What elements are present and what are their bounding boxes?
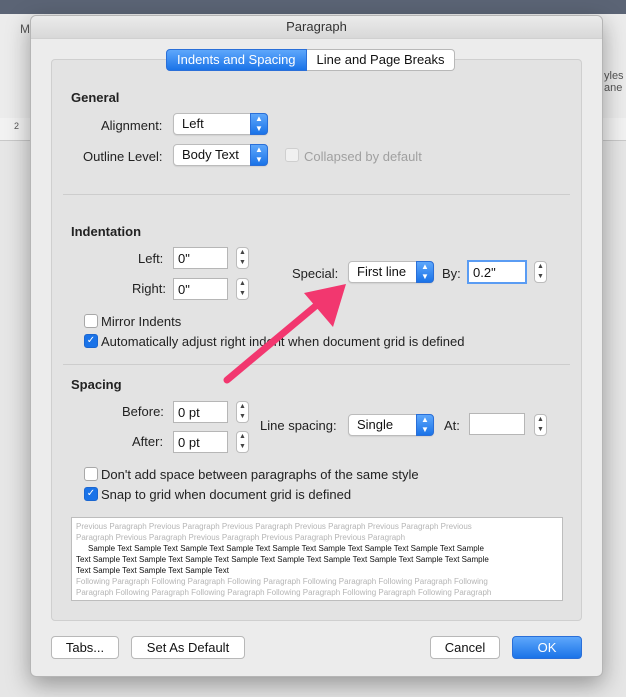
tab-panel: General Alignment: Left ▲ ▼ Outline Level… [51, 59, 582, 621]
title-bar [0, 0, 626, 14]
right-indent-stepper[interactable]: ▲ ▼ [236, 278, 249, 300]
right-indent-field[interactable] [173, 278, 228, 300]
divider [63, 194, 570, 195]
tab-bar: Indents and Spacing Line and Page Breaks [166, 49, 456, 71]
preview-sample-line-1: Sample Text Sample Text Sample Text Samp… [88, 544, 484, 553]
special-label: Special: [292, 266, 339, 281]
alignment-value: Left [182, 116, 204, 131]
dont-add-space-checkbox[interactable] [84, 467, 98, 481]
divider [63, 364, 570, 365]
by-field[interactable] [467, 260, 527, 284]
left-indent-label: Left: [138, 251, 164, 266]
before-input[interactable] [174, 402, 227, 422]
preview-previous-line-1: Previous Paragraph Previous Paragraph Pr… [76, 522, 472, 531]
spacing-section-title: Spacing [71, 377, 122, 392]
after-stepper[interactable]: ▲ ▼ [236, 431, 249, 453]
menu-letter: M [20, 22, 30, 36]
outline-level-label: Outline Level: [83, 149, 163, 164]
styles-label-line2: ane [604, 82, 623, 94]
auto-adjust-checkbox[interactable]: ✓ [84, 334, 98, 348]
before-label: Before: [122, 404, 164, 419]
special-value: First line [357, 264, 407, 279]
alignment-label: Alignment: [101, 118, 163, 133]
styles-pane-label[interactable]: yles ane [604, 70, 624, 94]
tab-indents-and-spacing[interactable]: Indents and Spacing [166, 49, 307, 71]
preview-previous-line-2: Paragraph Previous Paragraph Previous Pa… [76, 533, 406, 542]
dont-add-space-label: Don't add space between paragraphs of th… [101, 467, 419, 482]
ok-button[interactable]: OK [512, 636, 582, 659]
right-indent-input[interactable] [174, 279, 227, 299]
line-spacing-value: Single [357, 417, 394, 432]
snap-to-grid-label: Snap to grid when document grid is defin… [101, 487, 352, 502]
alignment-popup[interactable]: Left ▲ ▼ [173, 113, 268, 135]
at-stepper[interactable]: ▲ ▼ [534, 414, 547, 436]
preview-following-line-1: Following Paragraph Following Paragraph … [76, 577, 488, 586]
left-indent-input[interactable] [174, 248, 227, 268]
line-spacing-popup[interactable]: Single ▲ ▼ [348, 414, 434, 436]
styles-label-line1: yles [604, 70, 624, 82]
collapsed-label: Collapsed by default [304, 149, 422, 164]
line-spacing-label: Line spacing: [260, 418, 337, 433]
general-section-title: General [71, 90, 120, 105]
cancel-button[interactable]: Cancel [430, 636, 500, 659]
by-label: By: [442, 266, 461, 281]
before-field[interactable] [173, 401, 228, 423]
popup-arrows-icon: ▲ ▼ [416, 414, 434, 436]
outline-level-popup[interactable]: Body Text ▲ ▼ [173, 144, 268, 166]
popup-arrows-icon: ▲ ▼ [250, 144, 268, 166]
at-label: At: [444, 418, 460, 433]
preview-sample-line-2: Text Sample Text Sample Text Sample Text… [76, 555, 489, 564]
outline-level-value: Body Text [182, 147, 239, 162]
by-input[interactable] [469, 262, 525, 282]
at-input[interactable] [470, 414, 524, 434]
after-label: After: [132, 434, 164, 449]
paragraph-dialog: Paragraph Indents and Spacing Line and P… [30, 15, 603, 677]
preview-sample-block: Sample Text Sample Text Sample Text Samp… [72, 543, 562, 576]
set-as-default-button[interactable]: Set As Default [131, 636, 245, 659]
dialog-title: Paragraph [31, 16, 602, 39]
ruler-number: 2 [14, 121, 20, 131]
after-input[interactable] [174, 432, 227, 452]
preview-box: Previous Paragraph Previous Paragraph Pr… [71, 517, 563, 601]
special-popup[interactable]: First line ▲ ▼ [348, 261, 434, 283]
tab-line-and-page-breaks[interactable]: Line and Page Breaks [306, 49, 456, 71]
preview-sample-line-3: Text Sample Text Sample Text Sample Text [76, 566, 229, 575]
left-indent-stepper[interactable]: ▲ ▼ [236, 247, 249, 269]
collapsed-checkbox[interactable] [285, 148, 299, 162]
popup-arrows-icon: ▲ ▼ [250, 113, 268, 135]
snap-to-grid-checkbox[interactable]: ✓ [84, 487, 98, 501]
right-indent-label: Right: [132, 281, 166, 296]
mirror-indents-checkbox[interactable] [84, 314, 98, 328]
tabs-button[interactable]: Tabs... [51, 636, 119, 659]
popup-arrows-icon: ▲ ▼ [416, 261, 434, 283]
left-indent-field[interactable] [173, 247, 228, 269]
preview-following-line-2: Paragraph Following Paragraph Following … [76, 588, 492, 597]
mirror-indents-label: Mirror Indents [101, 314, 182, 329]
indentation-section-title: Indentation [71, 224, 142, 239]
auto-adjust-label: Automatically adjust right indent when d… [101, 334, 465, 349]
before-stepper[interactable]: ▲ ▼ [236, 401, 249, 423]
by-stepper[interactable]: ▲ ▼ [534, 261, 547, 283]
at-field[interactable] [469, 413, 525, 435]
after-field[interactable] [173, 431, 228, 453]
